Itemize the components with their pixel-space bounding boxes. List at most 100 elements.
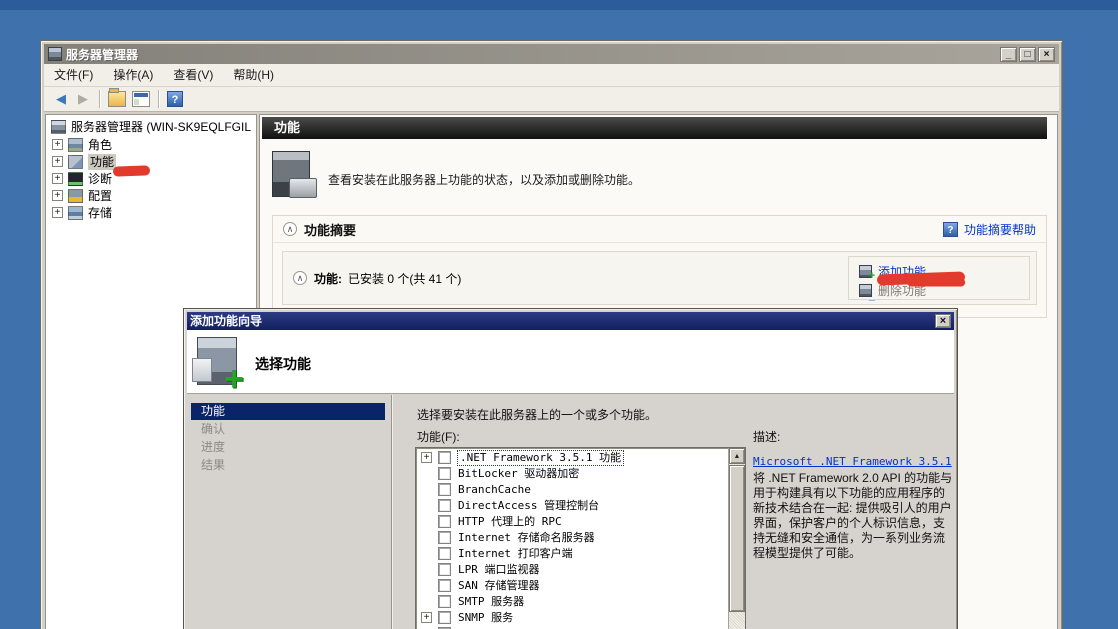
summary-title: 功能摘要 — [304, 220, 943, 239]
dialog-title-bar[interactable]: 添加功能向导 × — [187, 312, 954, 330]
minimize-button[interactable]: _ — [1000, 47, 1017, 62]
forward-icon[interactable]: ▶ — [72, 89, 94, 109]
add-features-wizard-dialog: 添加功能向导 × + 选择功能 功能 确认 进度 结果 选择要安装在此服务器上的… — [183, 308, 958, 629]
expand-icon[interactable]: + — [52, 139, 63, 150]
wizard-content: 选择要安装在此服务器上的一个或多个功能。 功能(F): + .NET Frame… — [393, 395, 954, 629]
feature-label[interactable]: DirectAccess 管理控制台 — [458, 499, 599, 513]
feature-row[interactable]: + SNMP 服务 — [416, 610, 745, 626]
description-link[interactable]: Microsoft .NET Framework 3.5.1 — [753, 455, 952, 468]
feature-label[interactable]: Internet 存储命名服务器 — [458, 531, 595, 545]
tree-item-label: 配置 — [88, 188, 112, 204]
dialog-close-icon[interactable]: × — [935, 314, 951, 328]
maximize-button[interactable]: □ — [1019, 47, 1036, 62]
desktop-top-strip — [0, 0, 1118, 10]
feature-checkbox[interactable] — [438, 547, 451, 560]
feature-label[interactable]: SAN 存储管理器 — [458, 579, 540, 593]
menu-bar: 文件(F) 操作(A) 查看(V) 帮助(H) — [44, 64, 1059, 87]
expand-icon[interactable]: + — [421, 452, 432, 463]
description-text: 将 .NET Framework 2.0 API 的功能与用于构建具有以下功能的… — [753, 471, 953, 561]
collapse-icon[interactable]: ∧ — [293, 271, 307, 285]
feature-label[interactable]: LPR 端口监视器 — [458, 563, 540, 577]
tree-root[interactable]: 服务器管理器 (WIN-SK9EQLFGIL — [48, 118, 256, 135]
feature-checkbox[interactable] — [438, 531, 451, 544]
step-progress[interactable]: 进度 — [191, 439, 385, 456]
feature-label[interactable]: SMTP 服务器 — [458, 595, 524, 609]
tree-item-label: 诊断 — [88, 171, 112, 187]
features-count-value: 已安装 0 个(共 41 个) — [348, 270, 461, 287]
feature-row[interactable]: HTTP 代理上的 RPC — [416, 514, 745, 530]
toolbar-separator — [99, 90, 100, 108]
step-results[interactable]: 结果 — [191, 457, 385, 474]
feature-row[interactable]: Internet 存储命名服务器 — [416, 530, 745, 546]
scrollbar-thumb[interactable] — [729, 465, 745, 612]
tree-item-diagnostics[interactable]: + 诊断 — [46, 170, 256, 187]
feature-row[interactable]: Internet 打印客户端 — [416, 546, 745, 562]
feature-row[interactable]: LPR 端口监视器 — [416, 562, 745, 578]
feature-row[interactable]: DirectAccess 管理控制台 — [416, 498, 745, 514]
menu-help[interactable]: 帮助(H) — [223, 64, 284, 86]
features-list-scrollbar[interactable]: ▲ — [728, 448, 745, 629]
feature-checkbox[interactable] — [438, 451, 451, 464]
scroll-up-icon[interactable]: ▲ — [729, 448, 745, 464]
collapse-icon[interactable]: ∧ — [283, 222, 297, 236]
desktop: 服务器管理器 _ □ × 文件(F) 操作(A) 查看(V) 帮助(H) ◀ ▶… — [0, 0, 1118, 629]
feature-row[interactable]: BranchCache — [416, 482, 745, 498]
expand-icon[interactable]: + — [52, 190, 63, 201]
feature-checkbox[interactable] — [438, 483, 451, 496]
feature-label[interactable]: .NET Framework 3.5.1 功能 — [458, 451, 623, 465]
back-icon[interactable]: ◀ — [50, 89, 72, 109]
menu-file[interactable]: 文件(F) — [44, 64, 103, 86]
summary-help-link[interactable]: 功能摘要帮助 — [964, 221, 1036, 238]
tree-item-label: 功能 — [88, 154, 116, 170]
tree-item-features[interactable]: + 功能 — [46, 153, 256, 170]
help-icon[interactable]: ? — [167, 91, 183, 107]
dialog-body: 功能 确认 进度 结果 选择要安装在此服务器上的一个或多个功能。 功能(F): … — [187, 395, 954, 629]
help-icon[interactable]: ? — [943, 222, 958, 237]
features-count-label: 功能: — [314, 270, 342, 287]
feature-label[interactable]: BranchCache — [458, 483, 531, 497]
expand-icon[interactable]: + — [52, 207, 63, 218]
feature-label[interactable]: BitLocker 驱动器加密 — [458, 467, 579, 481]
expand-icon[interactable]: + — [52, 156, 63, 167]
features-intro-text: 查看安装在此服务器上功能的状态，以及添加或删除功能。 — [328, 171, 640, 197]
red-marker-add-features — [877, 271, 965, 285]
feature-checkbox[interactable] — [438, 595, 451, 608]
window-title-bar[interactable]: 服务器管理器 _ □ × — [44, 44, 1059, 64]
feature-checkbox[interactable] — [438, 579, 451, 592]
red-marker-features — [113, 165, 150, 176]
wizard-steps: 功能 确认 进度 结果 — [187, 395, 392, 629]
dialog-page-title: 选择功能 — [255, 354, 311, 374]
tree-item-configuration[interactable]: + 配置 — [46, 187, 256, 204]
feature-checkbox[interactable] — [438, 499, 451, 512]
features-list[interactable]: + .NET Framework 3.5.1 功能 BitLocker 驱动器加… — [415, 447, 746, 629]
server-manager-node-icon — [51, 120, 66, 134]
toolbar: ◀ ▶ ? — [44, 87, 1059, 112]
feature-label[interactable]: Internet 打印客户端 — [458, 547, 573, 561]
features-list-label: 功能(F): — [417, 428, 460, 445]
remove-features-icon: _ — [859, 284, 872, 297]
step-confirmation[interactable]: 确认 — [191, 421, 385, 438]
expand-icon[interactable]: + — [421, 612, 432, 623]
feature-checkbox[interactable] — [438, 563, 451, 576]
feature-checkbox[interactable] — [438, 467, 451, 480]
feature-checkbox[interactable] — [438, 515, 451, 528]
expand-icon[interactable]: + — [52, 173, 63, 184]
feature-row[interactable]: SMTP 服务器 — [416, 594, 745, 610]
step-features[interactable]: 功能 — [191, 403, 385, 420]
tree-item-storage[interactable]: + 存储 — [46, 204, 256, 221]
feature-row[interactable]: SAN 存储管理器 — [416, 578, 745, 594]
wizard-instruction: 选择要安装在此服务器上的一个或多个功能。 — [417, 406, 657, 423]
feature-label[interactable]: HTTP 代理上的 RPC — [458, 515, 562, 529]
tree-item-label: 存储 — [88, 205, 112, 221]
feature-row[interactable]: + .NET Framework 3.5.1 功能 — [416, 450, 745, 466]
folder-icon[interactable] — [108, 91, 126, 107]
feature-checkbox[interactable] — [438, 611, 451, 624]
features-toolbox-icon — [272, 151, 310, 197]
console-window-icon[interactable] — [132, 91, 150, 107]
close-button[interactable]: × — [1038, 47, 1055, 62]
feature-label[interactable]: SNMP 服务 — [458, 611, 513, 625]
menu-action[interactable]: 操作(A) — [103, 64, 163, 86]
feature-row[interactable]: BitLocker 驱动器加密 — [416, 466, 745, 482]
menu-view[interactable]: 查看(V) — [163, 64, 223, 86]
tree-item-roles[interactable]: + 角色 — [46, 136, 256, 153]
